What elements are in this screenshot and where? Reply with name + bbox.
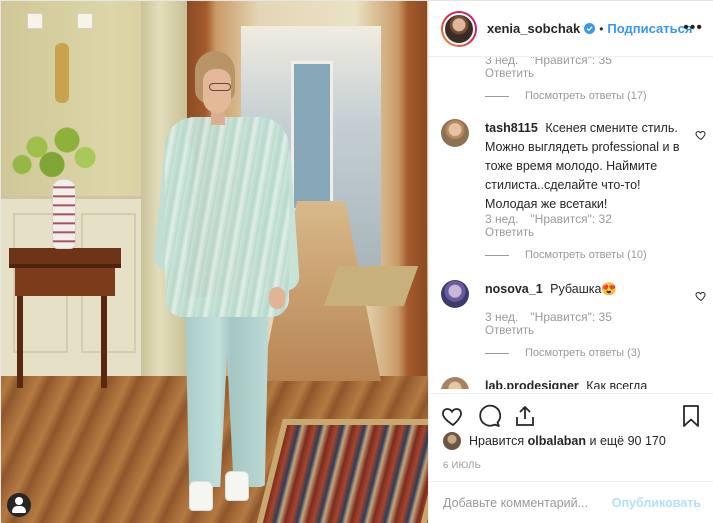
reply-button[interactable]: Ответить	[485, 227, 705, 239]
header-separator: •	[599, 21, 604, 36]
photo-far-rug	[323, 266, 419, 306]
follow-button[interactable]: Подписаться	[607, 21, 692, 36]
commenter-username[interactable]: tash8115	[485, 121, 538, 135]
author-avatar[interactable]	[441, 10, 477, 47]
comment-like-heart-icon[interactable]	[695, 129, 707, 141]
table-leg	[17, 296, 23, 388]
commenter-avatar[interactable]	[441, 119, 469, 147]
comment-input[interactable]	[443, 495, 612, 510]
likes-summary: Нравится olbalaban и ещё 90 170	[443, 432, 666, 450]
comments-list[interactable]: 3 нед. "Нравится": 35 Ответить Посмотрет…	[429, 57, 713, 389]
replies-line	[485, 254, 509, 256]
comment-time[interactable]: 3 нед.	[485, 310, 518, 324]
liker-username[interactable]: olbalaban	[528, 434, 586, 448]
person-hand	[269, 287, 285, 309]
author-username[interactable]: xenia_sobchak	[487, 21, 580, 36]
photo-corridor-door	[291, 61, 333, 211]
comment-item: lab.prodesigner Как всегда	[441, 377, 711, 389]
likes-count[interactable]: и ещё 90 170	[589, 434, 665, 448]
comment-likes[interactable]: "Нравится": 32	[530, 212, 612, 226]
person-pants	[185, 297, 269, 487]
comment-body: nosova_1 Рубашка😍	[485, 280, 685, 299]
commenter-avatar[interactable]	[441, 377, 469, 389]
comment-meta-block: 3 нед. "Нравится": 35 Ответить Посмотрет…	[485, 310, 705, 359]
post-side-panel: xenia_sobchak • Подписаться ••• 3 нед. "…	[428, 1, 713, 523]
tagged-user-icon[interactable]	[7, 493, 31, 517]
comment-meta: 3 нед. "Нравится": 35	[485, 57, 705, 67]
more-options-button[interactable]: •••	[683, 20, 703, 36]
comment-likes[interactable]: "Нравится": 35	[530, 57, 612, 67]
photo-person	[152, 51, 301, 521]
comment-item: nosova_1 Рубашка😍 3 нед. "Нравится": 35 …	[441, 280, 711, 360]
view-replies-button[interactable]: Посмотреть ответы (17)	[485, 90, 705, 102]
comment-likes[interactable]: "Нравится": 35	[530, 310, 612, 324]
comment-meta: 3 нед. "Нравится": 35	[485, 310, 705, 324]
instagram-post: xenia_sobchak • Подписаться ••• 3 нед. "…	[0, 0, 713, 523]
post-actions-bar	[429, 393, 713, 433]
reply-button[interactable]: Ответить	[485, 68, 705, 80]
comment-meta: 3 нед. "Нравится": 32	[485, 212, 705, 226]
post-header: xenia_sobchak • Подписаться •••	[429, 1, 713, 57]
comment-meta-block: 3 нед. "Нравится": 32 Ответить Посмотрет…	[485, 212, 705, 261]
likes-prefix: Нравится	[469, 434, 525, 448]
comment-text: Как всегда	[586, 379, 648, 389]
view-replies-button[interactable]: Посмотреть ответы (3)	[485, 347, 705, 359]
person-shoe	[189, 481, 213, 511]
photo-wall-sconce	[27, 13, 97, 103]
view-replies-label: Посмотреть ответы (3)	[525, 347, 641, 359]
liker-avatar[interactable]	[443, 432, 461, 450]
publish-button[interactable]: Опубликовать	[612, 496, 701, 510]
table-leg	[101, 296, 107, 388]
comment-body: tash8115 Ксенея смените стиль. Можно выг…	[485, 119, 685, 214]
view-replies-label: Посмотреть ответы (17)	[525, 90, 647, 102]
view-replies-button[interactable]: Посмотреть ответы (10)	[485, 249, 705, 261]
photo-vase	[52, 179, 76, 249]
comment-time[interactable]: 3 нед.	[485, 212, 518, 226]
commenter-username[interactable]: nosova_1	[485, 282, 543, 296]
replies-line	[485, 95, 509, 97]
commenter-avatar[interactable]	[441, 280, 469, 308]
heart-icon[interactable]	[441, 404, 465, 428]
photo-plant	[7, 119, 107, 189]
author-avatar-image	[443, 12, 475, 45]
partial-comment: 3 нед. "Нравится": 35 Ответить Посмотрет…	[485, 57, 705, 102]
photo-table-drawer	[15, 268, 115, 296]
bookmark-icon[interactable]	[679, 404, 703, 428]
person-shoe	[225, 471, 249, 501]
commenter-username[interactable]: lab.prodesigner	[485, 379, 579, 389]
comment-item: tash8115 Ксенея смените стиль. Можно выг…	[441, 119, 711, 261]
person-face	[203, 69, 231, 113]
comment-like-heart-icon[interactable]	[695, 387, 707, 389]
photo-side-table	[9, 248, 121, 268]
comment-body: lab.prodesigner Как всегда	[485, 377, 685, 389]
comment-icon[interactable]	[477, 404, 501, 428]
post-date[interactable]: 6 ИЮЛЬ	[443, 460, 481, 471]
sconce-shade	[77, 13, 93, 29]
comment-like-heart-icon[interactable]	[695, 290, 707, 302]
verified-badge-icon	[584, 23, 596, 34]
view-replies-label: Посмотреть ответы (10)	[525, 249, 647, 261]
comment-time[interactable]: 3 нед.	[485, 57, 518, 67]
person-blouse	[165, 117, 289, 317]
reply-button[interactable]: Ответить	[485, 325, 705, 337]
post-photo[interactable]	[1, 1, 428, 523]
sconce-arm	[55, 43, 69, 103]
sconce-shade	[27, 13, 43, 29]
replies-line	[485, 352, 509, 354]
person-glasses	[209, 83, 231, 91]
comment-text: Рубашка😍	[550, 282, 617, 296]
add-comment-form: Опубликовать	[429, 481, 713, 523]
share-icon[interactable]	[513, 404, 537, 428]
person-neck	[211, 111, 225, 125]
